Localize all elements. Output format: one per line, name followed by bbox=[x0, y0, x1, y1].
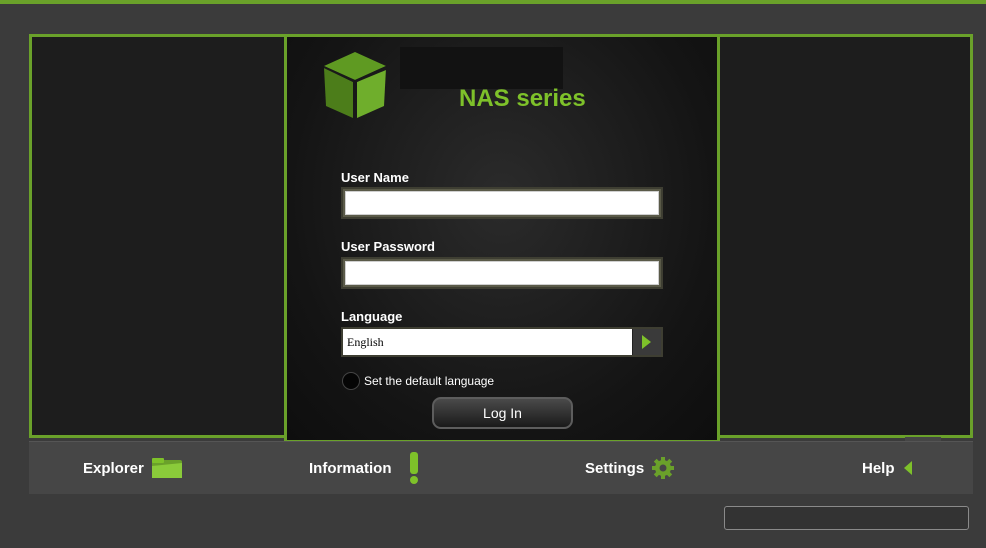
nav-help[interactable]: Help bbox=[862, 442, 914, 494]
username-label: User Name bbox=[341, 170, 409, 185]
nav-help-label: Help bbox=[862, 459, 895, 477]
nav-information[interactable]: Information bbox=[309, 442, 421, 494]
status-box bbox=[724, 506, 969, 530]
nav-settings[interactable]: Settings bbox=[585, 442, 675, 494]
nas-login-page: NAS series User Name User Password Langu… bbox=[0, 0, 986, 548]
password-label: User Password bbox=[341, 239, 435, 254]
gear-icon bbox=[652, 457, 675, 479]
nav-settings-label: Settings bbox=[585, 459, 645, 477]
bottom-navbar: Explorer Information Settings Help bbox=[29, 441, 973, 494]
username-field-wrapper bbox=[341, 187, 663, 219]
language-selected-value: English bbox=[347, 335, 384, 349]
nav-explorer-label: Explorer bbox=[83, 459, 144, 477]
triangle-left-icon bbox=[903, 461, 912, 475]
exclamation-icon bbox=[409, 452, 418, 484]
nav-information-label: Information bbox=[309, 459, 392, 477]
folder-icon bbox=[151, 458, 182, 478]
login-panel: NAS series User Name User Password Langu… bbox=[284, 34, 720, 443]
logo-shadow bbox=[400, 47, 563, 89]
password-input[interactable] bbox=[345, 261, 659, 285]
password-field-wrapper bbox=[341, 257, 663, 289]
default-language-label: Set the default language bbox=[364, 374, 495, 388]
language-label: Language bbox=[341, 309, 403, 324]
language-select[interactable]: English bbox=[341, 327, 663, 357]
login-button[interactable]: Log In bbox=[432, 397, 573, 429]
username-input[interactable] bbox=[345, 191, 659, 215]
dropdown-arrow-icon[interactable] bbox=[632, 329, 661, 355]
brand-title: NAS series bbox=[459, 85, 586, 112]
nav-explorer[interactable]: Explorer bbox=[83, 442, 183, 494]
default-language-radio[interactable] bbox=[342, 372, 360, 390]
top-accent-line bbox=[0, 0, 986, 4]
green-cube-logo-icon bbox=[324, 52, 386, 118]
